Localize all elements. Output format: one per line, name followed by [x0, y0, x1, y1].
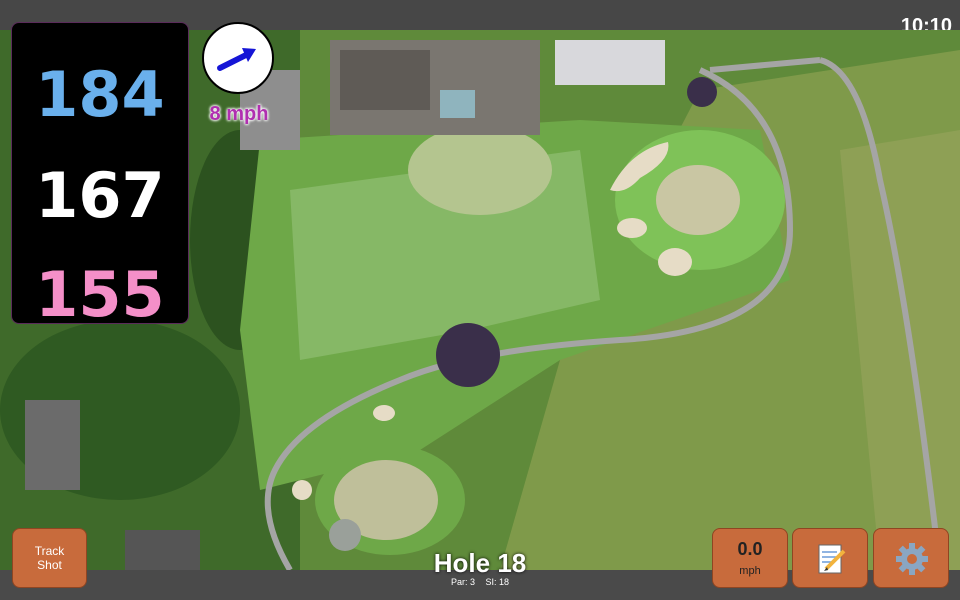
back-yardage: 184	[35, 58, 165, 131]
settings-button[interactable]	[873, 528, 949, 588]
hole-si: SI: 18	[485, 577, 510, 587]
track-shot-button[interactable]: Track Shot	[12, 528, 87, 588]
middle-yardage: 167	[35, 159, 165, 232]
gear-icon	[896, 543, 928, 575]
notepad-icon	[818, 544, 846, 574]
hole-meta: Par: 3 SI: 18	[380, 577, 580, 587]
front-yardage: 155	[35, 258, 165, 331]
arrow-icon	[217, 48, 256, 71]
wind-button-unit: mph	[739, 565, 761, 577]
notes-button[interactable]	[792, 528, 868, 588]
wind-speed-label: 8 mph	[209, 103, 269, 125]
hole-title: Hole 18	[433, 548, 527, 578]
track-shot-label-line1: Track	[34, 544, 65, 558]
wind-direction-indicator	[202, 22, 274, 94]
wind-button-value: 0.0	[737, 539, 763, 559]
wind-button[interactable]: 0.0 mph	[712, 528, 788, 588]
track-shot-label-line2: Shot	[37, 558, 62, 572]
hole-par: Par: 3	[450, 577, 475, 587]
yardage-panel: 184 167 155	[11, 22, 189, 330]
